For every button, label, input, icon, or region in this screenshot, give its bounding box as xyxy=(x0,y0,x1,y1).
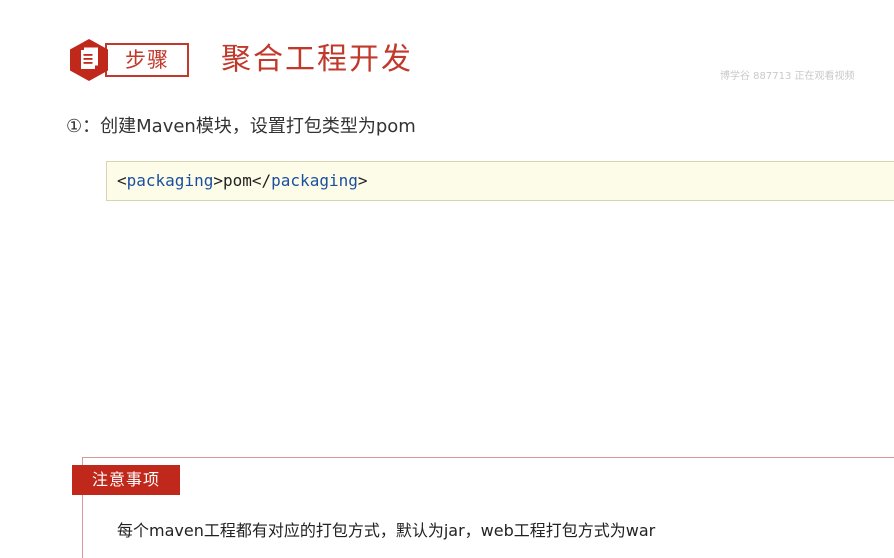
code-open-tag: packaging xyxy=(126,171,214,190)
step-badge-box: 步骤 xyxy=(105,43,189,77)
code-open-gt: > xyxy=(213,171,223,190)
step-badge: 步骤 xyxy=(67,38,193,82)
slide-page: 步骤 聚合工程开发 博学谷 887713 正在观看视频 ①：创建Maven模块，… xyxy=(0,0,894,558)
code-close-tag: packaging xyxy=(271,171,358,190)
watermark-text: 博学谷 887713 正在观看视频 xyxy=(720,71,855,82)
page-title: 聚合工程开发 xyxy=(221,42,413,77)
note-text: 每个maven工程都有对应的打包方式，默认为jar，web工程打包方式为war xyxy=(117,521,656,540)
code-open-lt: < xyxy=(117,171,127,190)
code-close-lt: </ xyxy=(251,171,272,190)
step-badge-label: 步骤 xyxy=(125,48,169,72)
code-close-gt: > xyxy=(357,171,368,190)
step-text: ：创建Maven模块，设置打包类型为pom xyxy=(82,116,416,137)
code-line: <packaging>pom</packaging> xyxy=(117,162,368,200)
code-block: <packaging>pom</packaging> xyxy=(106,161,894,201)
code-value: pom xyxy=(222,171,252,190)
step-instruction: ①：创建Maven模块，设置打包类型为pom xyxy=(66,114,416,140)
document-icon xyxy=(70,39,108,81)
note-tag: 注意事项 xyxy=(72,465,180,495)
step-number: ① xyxy=(66,116,83,137)
